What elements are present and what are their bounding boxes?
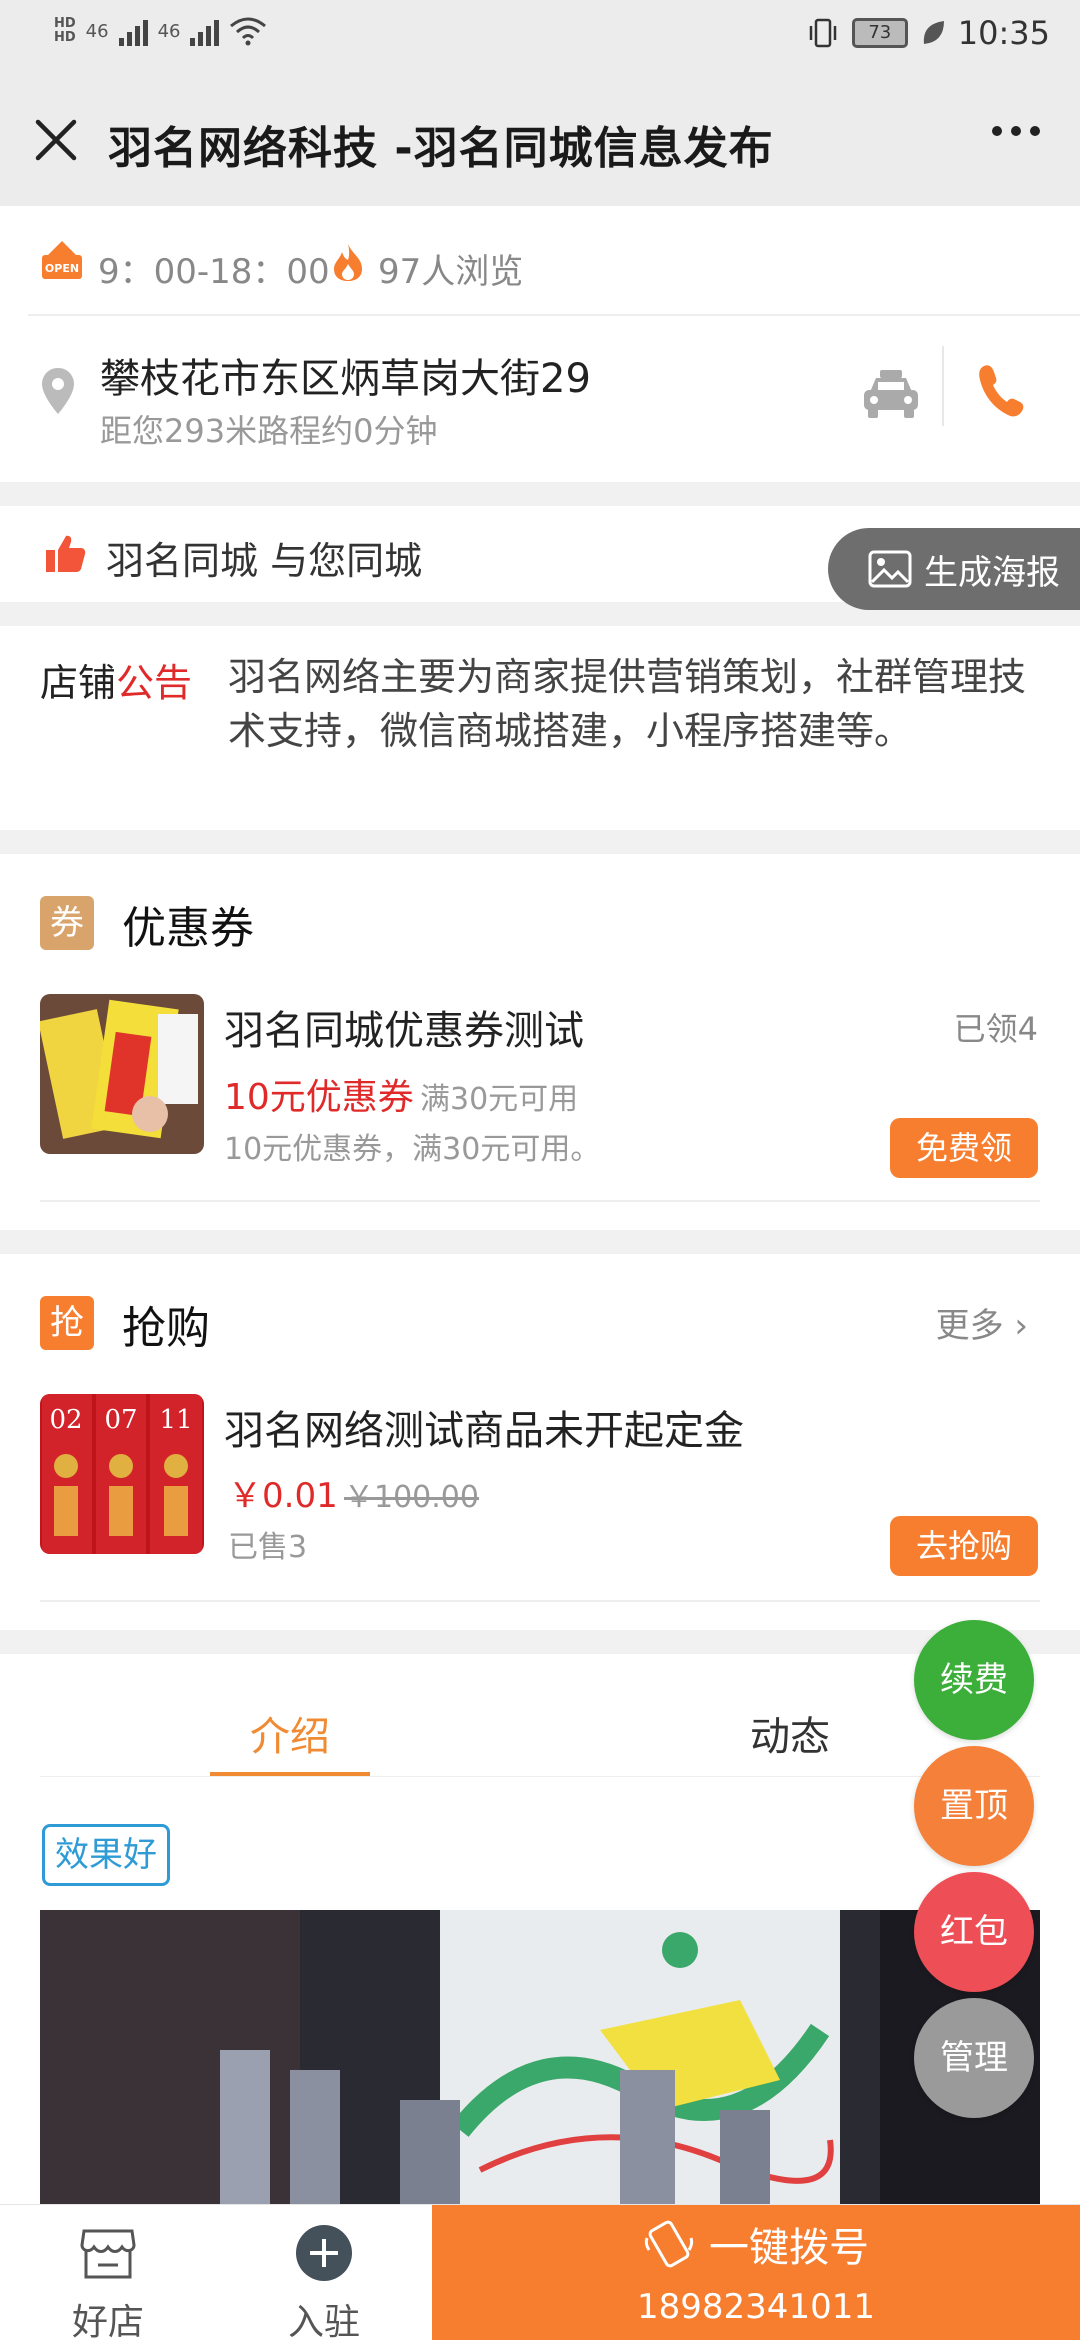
page-title: 羽名网络科技 -羽名同城信息发布: [108, 123, 774, 174]
renew-button[interactable]: 续费: [914, 1620, 1034, 1740]
battery-indicator: 73: [851, 18, 908, 48]
one-tap-call-button[interactable]: 一键拨号 18982341011: [432, 2205, 1080, 2340]
wifi-icon: [230, 17, 267, 46]
call-button-top: 一键拨号: [432, 2215, 1080, 2273]
coupon-badge: 券: [40, 896, 94, 950]
shop-notice: 店铺公告 羽名网络主要为商家提供营销策划，社群管理技术支持，微信商城搭建，小程序…: [0, 626, 1080, 830]
signal-indicators: HD HD 46 46: [54, 16, 267, 46]
product-sold-count: 已售3: [228, 1530, 308, 1565]
plus-circle-icon: [296, 2225, 352, 2281]
coupon-amount: 10元优惠券: [224, 1077, 414, 1118]
phone-shake-icon: [644, 2220, 694, 2268]
flash-sale-badge: 抢: [40, 1296, 94, 1350]
svg-text:11: 11: [159, 1405, 192, 1435]
coupon-claimed-count: 已领4: [953, 1010, 1038, 1048]
divider: [40, 1600, 1040, 1602]
leaf-icon: [923, 21, 944, 44]
feature-tag: 效果好: [42, 1824, 170, 1886]
vibrate-icon: [809, 18, 837, 48]
product-thumbnail[interactable]: 02 07 11: [40, 1394, 204, 1554]
fire-icon: [334, 244, 362, 281]
phone-number: 18982341011: [637, 2287, 875, 2327]
tab-intro[interactable]: 介绍: [250, 1704, 330, 1762]
buy-now-button[interactable]: 去抢购: [889, 1516, 1038, 1576]
view-count: 97人浏览: [378, 252, 524, 292]
phone-icon[interactable]: [974, 360, 1026, 420]
open-sign-icon: OPEN: [42, 241, 82, 279]
close-icon[interactable]: [28, 112, 84, 168]
bottom-nav-shops-label: 好店: [71, 2302, 144, 2340]
shop-address: 攀枝花市东区炳草岗大街29: [100, 356, 591, 402]
bottom-nav-join-label: 入驻: [287, 2302, 360, 2340]
shop-hours-row: OPEN 9：00-18：00 97人浏览: [0, 206, 1080, 316]
generate-poster-label: 生成海报: [924, 552, 1060, 593]
coupon-description: 10元优惠券，满30元可用。: [224, 1132, 601, 1167]
business-hours: 9：00-18：00: [98, 252, 330, 292]
coupon-image: [40, 994, 204, 1154]
shop-slogan: 羽名同城 与您同城: [106, 539, 423, 583]
bottom-bar: 好店 入驻 一键拨号 18982341011: [0, 2204, 1080, 2340]
taxi-icon[interactable]: [860, 364, 922, 424]
tab-activity[interactable]: 动态: [750, 1704, 830, 1762]
address-row[interactable]: 攀枝花市东区炳草岗大街29 距您293米路程约0分钟: [0, 316, 1080, 482]
coupon-condition: 满30元可用: [420, 1082, 579, 1117]
signal-2-icon: [190, 16, 220, 46]
flash-sale-title: 抢购: [122, 1303, 210, 1354]
divider: [40, 1776, 1040, 1777]
svg-text:07: 07: [104, 1405, 137, 1435]
nav-bar: 羽名网络科技 -羽名同城信息发布: [0, 76, 1080, 206]
flash-sale-section: 抢 抢购 更多 › 02 07 11 羽名网络测试商品未开起定金 ￥0.01 ￥10…: [0, 1254, 1080, 1630]
notice-label-notice: 公告: [116, 661, 193, 705]
notice-label-shop: 店铺: [40, 661, 117, 705]
status-right: 73 10:35: [806, 14, 1050, 52]
chevron-right-icon: ›: [1014, 1306, 1028, 1346]
more-link[interactable]: 更多 ›: [936, 1298, 1028, 1347]
hd-indicator: HD HD: [54, 16, 76, 45]
notice-text: 羽名网络主要为商家提供营销策划，社群管理技术支持，微信商城搭建，小程序搭建等。: [228, 655, 1027, 753]
product-image: 02 07 11: [40, 1394, 204, 1554]
product-price: ￥0.01: [228, 1476, 338, 1516]
distance-info: 距您293米路程约0分钟: [100, 412, 438, 450]
claim-coupon-button[interactable]: 免费领: [889, 1118, 1038, 1178]
thumbs-up-icon: [46, 535, 86, 572]
bottom-nav-shops[interactable]: 好店: [18, 2205, 198, 2340]
manage-button[interactable]: 管理: [914, 1998, 1034, 2118]
call-button-label: 一键拨号: [709, 2225, 869, 2271]
status-bar: HD HD 46 46 73 10:35: [0, 0, 1080, 76]
clock: 10:35: [957, 14, 1050, 52]
divider: [40, 1200, 1040, 1202]
product-name: 羽名网络测试商品未开起定金: [224, 1408, 744, 1454]
more-menu-icon[interactable]: [992, 126, 1040, 136]
coupon-thumbnail[interactable]: [40, 994, 204, 1154]
svg-text:02: 02: [49, 1405, 82, 1435]
more-label: 更多: [935, 1306, 1004, 1346]
signal-1-icon: [118, 16, 148, 46]
coupon-name: 羽名同城优惠券测试: [224, 1008, 584, 1054]
generate-poster-button[interactable]: 生成海报: [828, 528, 1080, 610]
open-badge-text: OPEN: [45, 262, 79, 275]
divider: [942, 346, 944, 426]
image-icon: [868, 550, 912, 588]
coupon-section: 券 优惠券 羽名同城优惠券测试 已领4 10元优惠券 满30元可用 10元优惠券…: [0, 854, 1080, 1230]
store-icon: [80, 2229, 136, 2279]
pin-top-button[interactable]: 置顶: [914, 1746, 1034, 1866]
bottom-nav-join[interactable]: 入驻: [234, 2205, 414, 2340]
coupon-section-title: 优惠券: [122, 903, 254, 954]
product-original-price: ￥100.00: [344, 1480, 479, 1515]
signal-2-label: 46: [157, 20, 181, 42]
location-pin-icon: [42, 368, 74, 414]
red-packet-button[interactable]: 红包: [914, 1872, 1034, 1992]
notice-label: 店铺公告: [40, 652, 192, 707]
signal-1-label: 46: [85, 20, 109, 42]
